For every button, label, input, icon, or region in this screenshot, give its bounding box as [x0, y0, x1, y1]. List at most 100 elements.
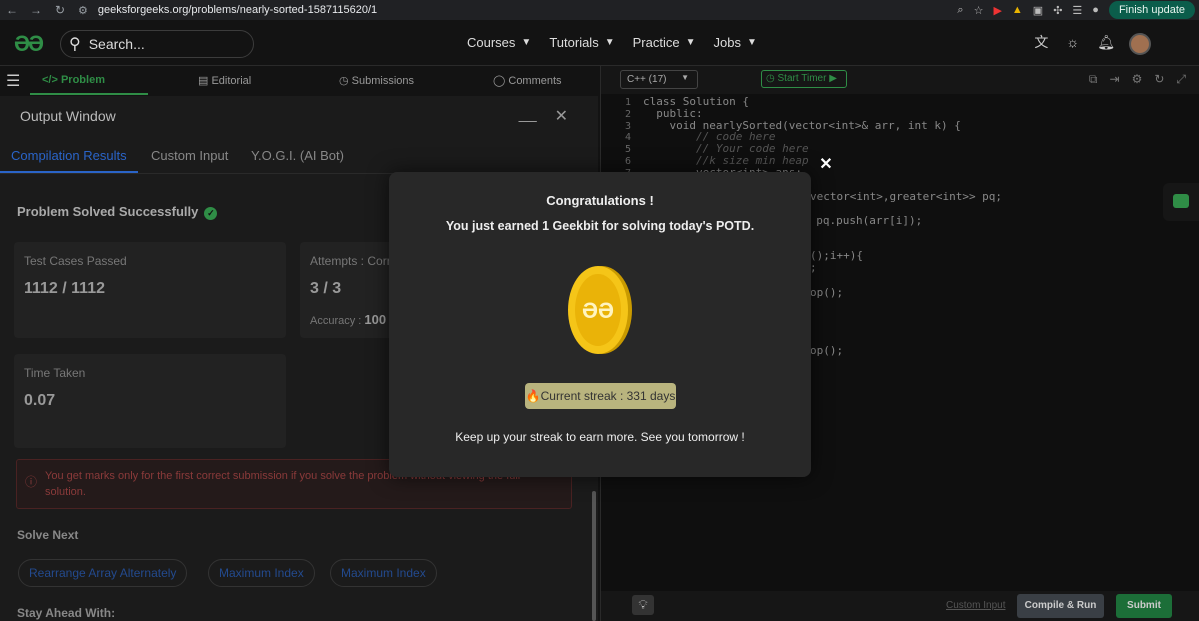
test-cases-label: Test Cases Passed	[24, 254, 127, 268]
code-fragment: vector<int>,greater<int>> pq;	[810, 190, 1003, 203]
modal-subtitle: You just earned 1 Geekbit for solving to…	[445, 219, 755, 233]
custom-input-link[interactable]: Custom Input	[946, 600, 1005, 611]
geekbit-coin-icon: ƏƏ	[568, 266, 632, 354]
chevron-down-icon: ▼	[746, 37, 757, 48]
output-tabs: Compilation Results Custom Input Y.O.G.I…	[0, 140, 598, 174]
fullscreen-icon[interactable]: ⤢	[1176, 72, 1186, 87]
back-icon[interactable]: ←	[0, 3, 24, 17]
start-timer-button[interactable]: ◷ Start Timer ▶	[761, 70, 847, 88]
tab-compilation-results[interactable]: Compilation Results	[11, 148, 127, 163]
submit-button[interactable]: Submit	[1116, 594, 1172, 618]
minimize-icon[interactable]: __	[519, 106, 537, 126]
code-line: 2 public:	[601, 106, 1199, 120]
code-text: public:	[643, 106, 703, 120]
tab-custom-input[interactable]: Custom Input	[151, 148, 228, 163]
attempts-label: Attempts : Corr	[310, 254, 391, 268]
language-value: C++ (17)	[627, 74, 667, 85]
compile-run-button[interactable]: Compile & Run	[1017, 594, 1104, 618]
suggestion-maximum-index[interactable]: Maximum Index	[208, 559, 315, 587]
tab-label: Submissions	[351, 75, 415, 87]
tab-comments[interactable]: ◯ Comments	[493, 74, 562, 87]
time-taken-card: Time Taken 0.07	[14, 354, 286, 448]
accuracy-label: Accuracy :	[310, 315, 362, 327]
code-fragment: op();	[810, 344, 844, 357]
close-icon[interactable]: ✕	[816, 155, 836, 175]
main-nav: Courses ▼ Tutorials ▼ Practice ▼ Jobs ▼	[467, 35, 757, 50]
chevron-down-icon: ▼	[604, 37, 615, 48]
chat-button[interactable]	[1163, 183, 1199, 221]
solved-heading: Problem Solved Successfully ✓	[17, 204, 218, 220]
time-taken-value: 0.07	[24, 392, 56, 409]
active-tab-indicator	[30, 93, 148, 95]
code-fragment: ();i++){	[810, 249, 863, 262]
code-fragment: ) pq.push(arr[i]);	[803, 214, 923, 227]
nav-jobs[interactable]: Jobs ▼	[713, 35, 756, 50]
code-comment: //k size min heap	[643, 153, 809, 167]
problem-tabs: ☰ </> Problem ▤ Editorial ◷ Submissions …	[0, 66, 598, 96]
export-icon[interactable]: ⇥	[1110, 72, 1120, 87]
potd-congrats-modal: Congratulations ! You just earned 1 Geek…	[389, 172, 811, 477]
code-area[interactable]: 1 class Solution { 2 public: 3 void nearl…	[601, 96, 1199, 179]
test-cases-value: 1112 / 1112	[24, 280, 105, 297]
tab-label: Editorial	[211, 75, 252, 87]
reading-list-icon[interactable]: ☰	[1072, 4, 1082, 17]
notification-bell-icon[interactable]: 🔔︎	[1097, 34, 1115, 51]
puzzle-icon[interactable]: ✣	[1053, 4, 1062, 17]
address-bar[interactable]: geeksforgeeks.org/problems/nearly-sorted…	[98, 4, 377, 16]
tab-editorial[interactable]: ▤ Editorial	[198, 74, 251, 87]
avatar[interactable]	[1129, 33, 1151, 55]
search-icon: ⚲	[69, 36, 81, 53]
translate-icon[interactable]: 文	[1034, 32, 1048, 52]
settings-icon[interactable]: ⚙	[1132, 72, 1143, 87]
chevron-down-icon: ▼	[521, 37, 532, 48]
search-box[interactable]: ⚲	[60, 30, 254, 58]
nav-label: Jobs	[713, 35, 741, 50]
site-info-icon[interactable]: ⚙	[78, 4, 88, 17]
accuracy: Accuracy : 100	[310, 312, 386, 327]
gfg-logo[interactable]: ƏƏ	[14, 31, 44, 57]
stay-ahead-heading: Stay Ahead With:	[17, 606, 116, 620]
lock-extension-icon[interactable]: ▲	[1012, 4, 1023, 16]
lightbulb-icon[interactable]: 💡︎	[632, 595, 654, 615]
language-select[interactable]: C++ (17) ▼	[620, 70, 698, 89]
svg-text:ƏƏ: ƏƏ	[582, 298, 614, 323]
nav-label: Practice	[632, 35, 680, 50]
editor-toolbar: C++ (17) ▼ ◷ Start Timer ▶ ⧉ ⇥ ⚙ ↻ ⤢	[601, 66, 1199, 94]
modal-title: Congratulations !	[546, 193, 654, 208]
site-header: ƏƏ ⚲ Courses ▼ Tutorials ▼ Practice ▼ Jobs ▼…	[0, 20, 1199, 66]
nav-practice[interactable]: Practice ▼	[633, 35, 696, 50]
tab-problem[interactable]: </> Problem	[42, 74, 105, 86]
bookmark-star-icon[interactable]: ☆	[974, 4, 984, 17]
suggestion-maximum-index-2[interactable]: Maximum Index	[330, 559, 437, 587]
profile-icon[interactable]: ●	[1092, 4, 1099, 16]
tab-submissions[interactable]: ◷ Submissions	[339, 74, 414, 87]
theme-toggle-icon[interactable]: ☼	[1066, 34, 1079, 50]
start-timer-label: Start Timer	[777, 73, 827, 84]
reset-icon[interactable]: ↻	[1154, 72, 1164, 87]
chat-icon	[1173, 194, 1189, 208]
nav-courses[interactable]: Courses ▼	[467, 35, 531, 50]
chevron-down-icon: ▼	[681, 73, 689, 82]
youtube-extension-icon[interactable]: ▶	[993, 4, 1001, 17]
solved-text: Problem Solved Successfully	[17, 204, 199, 219]
suggestion-rearrange-array[interactable]: Rearrange Array Alternately	[18, 559, 188, 587]
chevron-down-icon: ▼	[685, 37, 696, 48]
copy-icon[interactable]: ⧉	[1089, 72, 1098, 87]
menu-icon[interactable]: ☰	[6, 71, 20, 91]
nav-tutorials[interactable]: Tutorials ▼	[549, 35, 614, 50]
forward-icon[interactable]: →	[24, 3, 48, 17]
close-icon[interactable]: ✕	[555, 106, 568, 126]
extension-icon[interactable]: ▣	[1033, 4, 1043, 17]
editor-footer: 💡︎ Custom Input Compile & Run Submit	[601, 591, 1199, 621]
code-line: 6 //k size min heap	[601, 155, 1199, 167]
zoom-icon[interactable]: ⌕	[957, 4, 963, 17]
browser-toolbar: ← → ↻ ⚙ geeksforgeeks.org/problems/nearl…	[0, 0, 1199, 20]
scrollbar[interactable]	[592, 491, 596, 621]
solve-next-heading: Solve Next	[17, 528, 79, 542]
finish-update-button[interactable]: Finish update	[1108, 1, 1195, 19]
search-input[interactable]	[88, 36, 239, 52]
attempts-value: 3 / 3	[310, 280, 342, 297]
reload-icon[interactable]: ↻	[48, 3, 72, 17]
tab-yogi-ai-bot[interactable]: Y.O.G.I. (AI Bot)	[251, 148, 344, 163]
modal-footer-text: Keep up your streak to earn more. See yo…	[455, 430, 745, 444]
